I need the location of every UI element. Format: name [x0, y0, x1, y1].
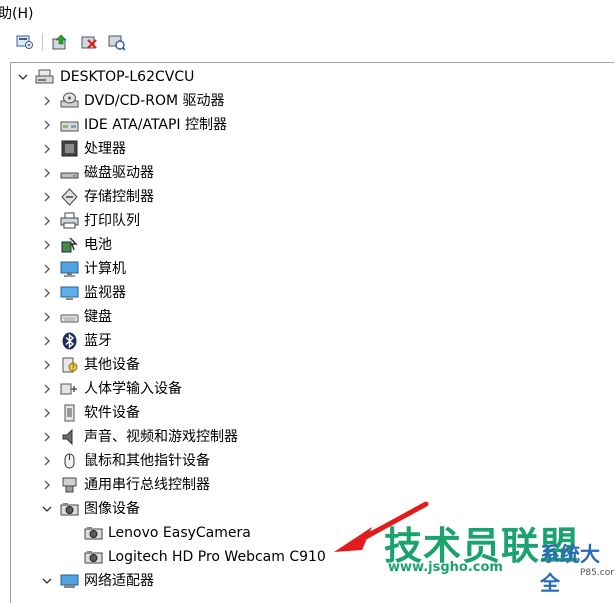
- tree-category-label: 网络适配器: [84, 573, 154, 589]
- storage-controller-icon: [60, 188, 79, 206]
- scan-hardware-button[interactable]: [106, 32, 128, 52]
- computer-root-icon: [35, 68, 54, 86]
- tree-category-label: 声音、视频和游戏控制器: [84, 429, 238, 445]
- chevron-down-icon[interactable]: [41, 575, 53, 587]
- chevron-right-icon[interactable]: [41, 143, 53, 155]
- tree-category-node[interactable]: IDE ATA/ATAPI 控制器: [11, 113, 611, 137]
- properties-button[interactable]: [14, 32, 36, 52]
- toolbar-separator: [42, 33, 43, 51]
- tree-category-node[interactable]: 监视器: [11, 281, 611, 305]
- tree-category-node[interactable]: 计算机: [11, 257, 611, 281]
- monitor-icon: [60, 284, 79, 302]
- scan-hardware-icon: [108, 35, 126, 51]
- tree-category-node[interactable]: DVD/CD-ROM 驱动器: [11, 89, 611, 113]
- tree-device-label: Lenovo EasyCamera: [108, 525, 251, 541]
- tree-category-label: 蓝牙: [84, 333, 112, 349]
- battery-icon: [60, 236, 79, 254]
- chevron-right-icon[interactable]: [41, 167, 53, 179]
- other-device-icon: ?: [60, 356, 79, 374]
- tree-category-label: 电池: [84, 237, 112, 253]
- uninstall-device-button[interactable]: [78, 32, 100, 52]
- tree-root-label: DESKTOP-L62CVCU: [60, 69, 195, 85]
- tree-category-label: 键盘: [84, 309, 112, 325]
- chevron-right-icon[interactable]: [41, 359, 53, 371]
- tree-category-label: 其他设备: [84, 357, 140, 373]
- tree-category-label: IDE ATA/ATAPI 控制器: [84, 117, 228, 133]
- tree-category-label: 磁盘驱动器: [84, 165, 154, 181]
- tree-category-label: 人体学输入设备: [84, 381, 182, 397]
- tree-category-label: 软件设备: [84, 405, 140, 421]
- tree-category-label: DVD/CD-ROM 驱动器: [84, 93, 225, 109]
- network-adapter-icon: [60, 572, 79, 590]
- chevron-right-icon[interactable]: [41, 239, 53, 251]
- bluetooth-icon: [60, 332, 79, 350]
- tree-category-node[interactable]: 软件设备: [11, 401, 611, 425]
- update-driver-button[interactable]: [49, 32, 71, 52]
- tree-category-node[interactable]: 通用串行总线控制器: [11, 473, 611, 497]
- properties-icon: [16, 35, 33, 49]
- chevron-right-icon[interactable]: [41, 215, 53, 227]
- toolbar: [0, 28, 614, 56]
- chevron-right-icon[interactable]: [41, 479, 53, 491]
- tree-category-label: 处理器: [84, 141, 126, 157]
- svg-text:?: ?: [71, 364, 75, 372]
- software-device-icon: [60, 404, 79, 422]
- chevron-right-icon[interactable]: [41, 287, 53, 299]
- tree-category-node[interactable]: 蓝牙: [11, 329, 611, 353]
- disk-drive-icon: [60, 164, 79, 182]
- chevron-right-icon[interactable]: [41, 263, 53, 275]
- chevron-right-icon[interactable]: [41, 119, 53, 131]
- tree-category-label: 图像设备: [84, 501, 140, 517]
- tree-device-label: Logitech HD Pro Webcam C910: [108, 549, 326, 565]
- chevron-right-icon[interactable]: [41, 95, 53, 107]
- camera-icon: [84, 548, 103, 566]
- tree-category-node[interactable]: 键盘: [11, 305, 611, 329]
- menu-bar: 助(H): [0, 0, 614, 26]
- chevron-down-icon[interactable]: [17, 71, 29, 83]
- watermark-side-text: 系统大全: [540, 542, 600, 595]
- camera-icon: [84, 524, 103, 542]
- tree-category-label: 通用串行总线控制器: [84, 477, 210, 493]
- menu-help[interactable]: 助(H): [0, 3, 33, 23]
- camera-category-icon: [60, 500, 79, 518]
- processor-icon: [60, 140, 79, 158]
- tree-category-node[interactable]: 声音、视频和游戏控制器: [11, 425, 611, 449]
- tree-category-node[interactable]: 处理器: [11, 137, 611, 161]
- printer-icon: [60, 212, 79, 230]
- tree-category-node[interactable]: 磁盘驱动器: [11, 161, 611, 185]
- chevron-right-icon[interactable]: [41, 455, 53, 467]
- watermark-small-text: P85.com: [580, 568, 614, 578]
- chevron-right-icon[interactable]: [41, 335, 53, 347]
- tree-category-node[interactable]: 电池: [11, 233, 611, 257]
- chevron-right-icon[interactable]: [41, 431, 53, 443]
- chevron-right-icon[interactable]: [41, 311, 53, 323]
- chevron-right-icon[interactable]: [41, 383, 53, 395]
- chevron-down-icon[interactable]: [41, 503, 53, 515]
- speaker-icon: [60, 428, 79, 446]
- tree-category-node[interactable]: 打印队列: [11, 209, 611, 233]
- tree-category-label: 鼠标和其他指针设备: [84, 453, 210, 469]
- tree-category-label: 存储控制器: [84, 189, 154, 205]
- ide-controller-icon: [60, 116, 79, 134]
- usb-icon: [60, 476, 79, 494]
- computer-icon: [60, 260, 79, 278]
- tree-category-node[interactable]: 人体学输入设备: [11, 377, 611, 401]
- update-driver-icon: [52, 34, 67, 50]
- dvd-drive-icon: [60, 92, 79, 110]
- tree-category-label: 打印队列: [84, 213, 140, 229]
- tree-category-node[interactable]: 鼠标和其他指针设备: [11, 449, 611, 473]
- hid-icon: [60, 380, 79, 398]
- mouse-icon: [60, 452, 79, 470]
- chevron-right-icon[interactable]: [41, 191, 53, 203]
- tree-category-node[interactable]: 网络适配器: [11, 569, 611, 593]
- uninstall-icon: [81, 36, 97, 49]
- keyboard-icon: [60, 308, 79, 326]
- tree-category-label: 监视器: [84, 285, 126, 301]
- tree-root-node[interactable]: DESKTOP-L62CVCU: [11, 65, 611, 89]
- tree-category-node[interactable]: 存储控制器: [11, 185, 611, 209]
- chevron-right-icon[interactable]: [41, 407, 53, 419]
- tree-category-node[interactable]: ? 其他设备: [11, 353, 611, 377]
- tree-category-label: 计算机: [84, 261, 126, 277]
- watermark-url: www.jsgho.com: [388, 560, 503, 575]
